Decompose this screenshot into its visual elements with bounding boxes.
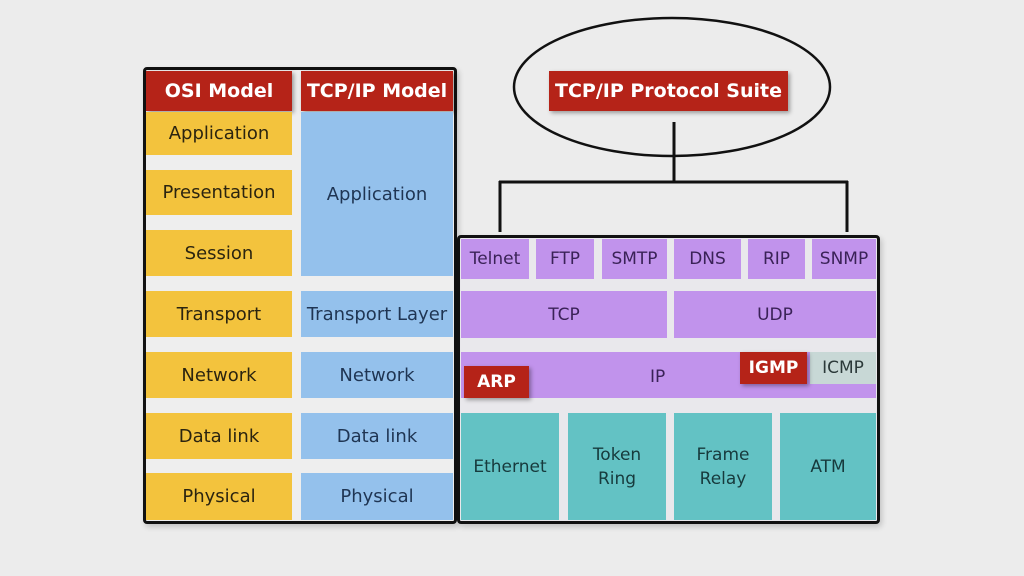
osi-layer-transport: Transport	[146, 291, 292, 337]
protocol-tcp: TCP	[461, 291, 667, 338]
protocol-dns: DNS	[674, 239, 741, 279]
osi-layer-session: Session	[146, 230, 292, 276]
protocol-ethernet: Ethernet	[461, 413, 559, 520]
protocol-ftp: FTP	[536, 239, 594, 279]
osi-layer-network: Network	[146, 352, 292, 398]
protocol-frame-relay: Frame Relay	[674, 413, 772, 520]
tcpip-model-header: TCP/IP Model	[301, 71, 453, 111]
protocol-ip-label: IP	[650, 367, 666, 387]
protocol-telnet: Telnet	[461, 239, 529, 279]
protocol-suite-title: TCP/IP Protocol Suite	[549, 71, 788, 111]
osi-layer-presentation: Presentation	[146, 170, 292, 215]
osi-layer-physical: Physical	[146, 473, 292, 520]
protocol-atm: ATM	[780, 413, 876, 520]
protocol-igmp: IGMP	[740, 352, 807, 384]
tcpip-layer-physical: Physical	[301, 473, 453, 520]
protocol-rip: RIP	[748, 239, 805, 279]
protocol-arp: ARP	[464, 366, 529, 398]
tcpip-layer-application: Application	[301, 112, 453, 276]
protocol-udp: UDP	[674, 291, 876, 338]
tcpip-layer-data-link: Data link	[301, 413, 453, 459]
osi-model-header: OSI Model	[146, 71, 292, 111]
protocol-snmp: SNMP	[812, 239, 876, 279]
osi-layer-application: Application	[146, 112, 292, 155]
tcpip-layer-transport: Transport Layer	[301, 291, 453, 337]
tcpip-layer-network: Network	[301, 352, 453, 398]
protocol-token-ring: Token Ring	[568, 413, 666, 520]
osi-layer-data-link: Data link	[146, 413, 292, 459]
protocol-icmp: ICMP	[810, 352, 876, 384]
protocol-smtp: SMTP	[602, 239, 667, 279]
